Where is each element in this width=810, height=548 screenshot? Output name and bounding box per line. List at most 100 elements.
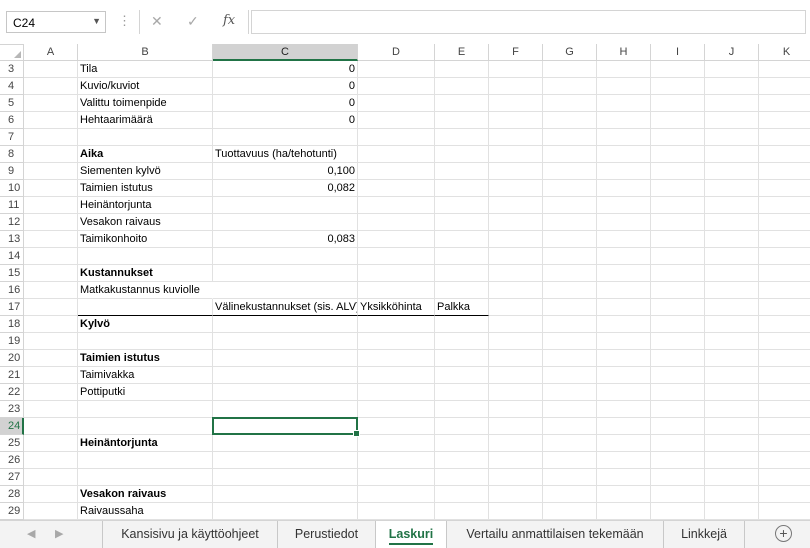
cell-d14[interactable] <box>358 248 435 265</box>
cell-j27[interactable] <box>705 469 759 486</box>
cell-i21[interactable] <box>651 367 705 384</box>
row-header-27[interactable]: 27 <box>0 469 24 486</box>
insert-function-icon[interactable]: fx <box>223 13 235 28</box>
row-header-28[interactable]: 28 <box>0 486 24 503</box>
cell-a12[interactable] <box>24 214 78 231</box>
cell-j15[interactable] <box>705 265 759 282</box>
cell-h3[interactable] <box>597 61 651 78</box>
cancel-icon[interactable]: ✕ <box>151 13 163 30</box>
cell-f7[interactable] <box>489 129 543 146</box>
cell-j25[interactable] <box>705 435 759 452</box>
cell-i24[interactable] <box>651 418 705 435</box>
cell-d4[interactable] <box>358 78 435 95</box>
cell-g17[interactable] <box>543 299 597 316</box>
chevron-down-icon[interactable]: ▼ <box>92 16 101 26</box>
cell-j16[interactable] <box>705 282 759 299</box>
row-header-7[interactable]: 7 <box>0 129 24 146</box>
cell-b7[interactable] <box>78 129 213 146</box>
cell-i20[interactable] <box>651 350 705 367</box>
cell-b3[interactable]: Tila <box>78 61 213 78</box>
cell-f3[interactable] <box>489 61 543 78</box>
row-header-26[interactable]: 26 <box>0 452 24 469</box>
cell-c6[interactable]: 0 <box>213 112 358 129</box>
cell-f27[interactable] <box>489 469 543 486</box>
cell-c12[interactable] <box>213 214 358 231</box>
cell-e26[interactable] <box>435 452 489 469</box>
cell-k20[interactable] <box>759 350 810 367</box>
cell-f9[interactable] <box>489 163 543 180</box>
cell-e8[interactable] <box>435 146 489 163</box>
cell-k5[interactable] <box>759 95 810 112</box>
cell-h29[interactable] <box>597 503 651 520</box>
column-header-b[interactable]: B <box>78 44 213 61</box>
tab-vertailu[interactable]: Vertailu anmattilaisen tekemään <box>447 521 664 548</box>
cell-h11[interactable] <box>597 197 651 214</box>
cell-h23[interactable] <box>597 401 651 418</box>
cell-j3[interactable] <box>705 61 759 78</box>
row-header-8[interactable]: 8 <box>0 146 24 163</box>
row-header-12[interactable]: 12 <box>0 214 24 231</box>
cell-j11[interactable] <box>705 197 759 214</box>
cell-g24[interactable] <box>543 418 597 435</box>
column-header-i[interactable]: I <box>651 44 705 61</box>
cell-a29[interactable] <box>24 503 78 520</box>
cell-f15[interactable] <box>489 265 543 282</box>
cell-f13[interactable] <box>489 231 543 248</box>
cell-i5[interactable] <box>651 95 705 112</box>
cell-k9[interactable] <box>759 163 810 180</box>
cell-h9[interactable] <box>597 163 651 180</box>
column-header-j[interactable]: J <box>705 44 759 61</box>
cell-i8[interactable] <box>651 146 705 163</box>
row-header-23[interactable]: 23 <box>0 401 24 418</box>
cell-e13[interactable] <box>435 231 489 248</box>
cell-k18[interactable] <box>759 316 810 333</box>
formula-input[interactable] <box>251 10 806 34</box>
cell-i25[interactable] <box>651 435 705 452</box>
cell-g10[interactable] <box>543 180 597 197</box>
cell-a22[interactable] <box>24 384 78 401</box>
cell-f24[interactable] <box>489 418 543 435</box>
cell-d17[interactable]: Yksikköhinta <box>358 299 435 316</box>
add-sheet-icon[interactable]: + <box>775 525 792 542</box>
cell-e19[interactable] <box>435 333 489 350</box>
tab-perustiedot[interactable]: Perustiedot <box>278 521 376 548</box>
cell-d20[interactable] <box>358 350 435 367</box>
cell-i4[interactable] <box>651 78 705 95</box>
cell-c11[interactable] <box>213 197 358 214</box>
cell-b26[interactable] <box>78 452 213 469</box>
cell-i6[interactable] <box>651 112 705 129</box>
cell-k24[interactable] <box>759 418 810 435</box>
cell-d19[interactable] <box>358 333 435 350</box>
cell-j17[interactable] <box>705 299 759 316</box>
cell-f19[interactable] <box>489 333 543 350</box>
cell-c3[interactable]: 0 <box>213 61 358 78</box>
cell-e21[interactable] <box>435 367 489 384</box>
cell-g29[interactable] <box>543 503 597 520</box>
cell-e20[interactable] <box>435 350 489 367</box>
cell-k26[interactable] <box>759 452 810 469</box>
cell-a3[interactable] <box>24 61 78 78</box>
cell-g28[interactable] <box>543 486 597 503</box>
cell-e14[interactable] <box>435 248 489 265</box>
cell-e28[interactable] <box>435 486 489 503</box>
cell-h12[interactable] <box>597 214 651 231</box>
cell-k10[interactable] <box>759 180 810 197</box>
row-header-24[interactable]: 24 <box>0 418 24 435</box>
cell-b9[interactable]: Siementen kylvö <box>78 163 213 180</box>
row-header-15[interactable]: 15 <box>0 265 24 282</box>
cell-k4[interactable] <box>759 78 810 95</box>
row-header-9[interactable]: 9 <box>0 163 24 180</box>
cell-b29[interactable]: Raivaussaha <box>78 503 213 520</box>
cell-h6[interactable] <box>597 112 651 129</box>
tab-linkkeja[interactable]: Linkkejä <box>664 521 745 548</box>
cell-d15[interactable] <box>358 265 435 282</box>
cell-j23[interactable] <box>705 401 759 418</box>
cell-e24[interactable] <box>435 418 489 435</box>
column-header-a[interactable]: A <box>24 44 78 61</box>
cell-k11[interactable] <box>759 197 810 214</box>
cell-i23[interactable] <box>651 401 705 418</box>
cell-h24[interactable] <box>597 418 651 435</box>
cell-f5[interactable] <box>489 95 543 112</box>
cell-b13[interactable]: Taimikonhoito <box>78 231 213 248</box>
cell-c16[interactable] <box>213 282 358 299</box>
